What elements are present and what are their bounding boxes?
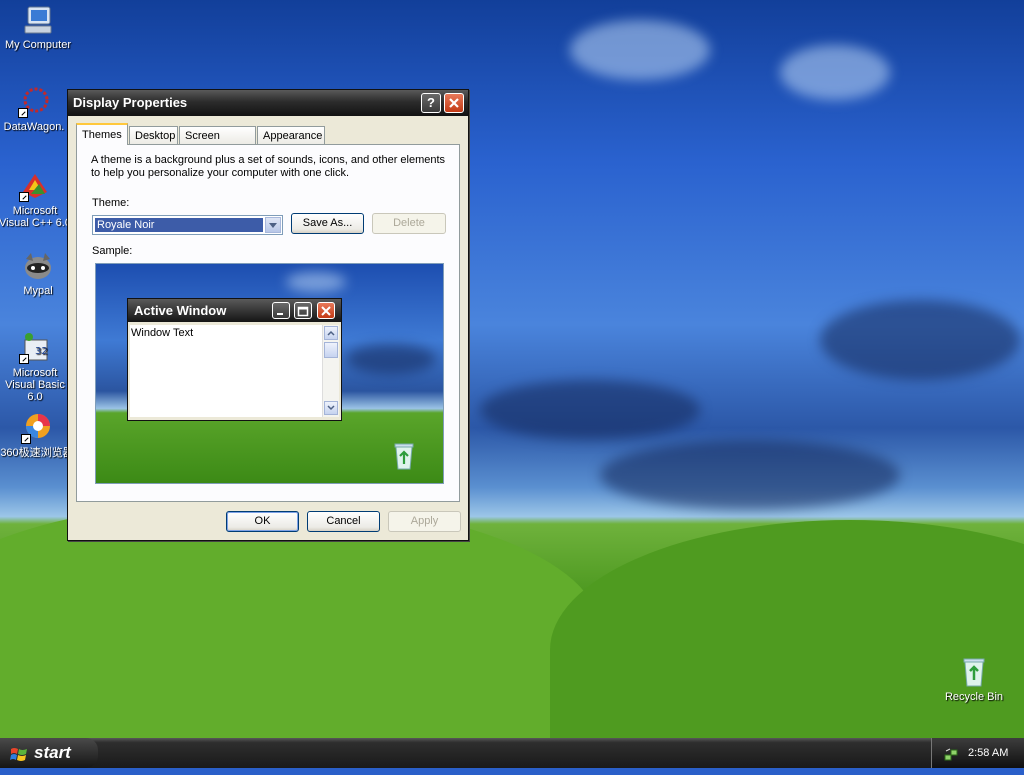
delete-button[interactable]: Delete: [372, 213, 446, 234]
computer-icon: [22, 4, 54, 36]
network-icon[interactable]: [943, 745, 959, 761]
visual-cpp-icon: [19, 170, 51, 202]
desktop-icon-360-browser[interactable]: 360极速浏览器: [0, 412, 75, 459]
visual-basic-icon: 32: [19, 332, 51, 364]
cancel-button[interactable]: Cancel: [307, 511, 380, 532]
cloud: [570, 20, 710, 80]
datawagon-icon: [18, 86, 50, 118]
desktop-icon-my-computer[interactable]: My Computer: [0, 4, 76, 51]
desktop-icon-label: My Computer: [4, 39, 72, 51]
themes-tab-panel: A theme is a background plus a set of so…: [76, 144, 460, 502]
desktop-icon-mypal[interactable]: Mypal: [0, 250, 76, 297]
desktop-icon-label: Microsoft Visual C++ 6.0: [0, 205, 71, 229]
theme-select-value: Royale Noir: [95, 218, 263, 232]
shortcut-arrow-icon: [21, 434, 31, 444]
shortcut-arrow-icon: [19, 192, 29, 202]
chevron-down-icon[interactable]: [265, 217, 281, 233]
desktop-icon-label: 360极速浏览器: [0, 447, 74, 459]
sample-scrollbar: [322, 325, 339, 417]
sample-window-text: Window Text: [130, 325, 322, 417]
cloud: [346, 344, 436, 374]
recycle-bin-icon: [958, 656, 990, 688]
start-label: start: [34, 743, 71, 762]
close-button[interactable]: [444, 93, 464, 113]
svg-text:32: 32: [35, 346, 48, 357]
desktop-icon-visual-cpp[interactable]: Microsoft Visual C++ 6.0: [0, 170, 73, 229]
desktop-icon-label: Microsoft Visual Basic 6.0: [5, 367, 65, 403]
raccoon-icon: [22, 250, 54, 282]
desktop-icon-datawagon[interactable]: DataWagon.: [0, 86, 72, 133]
sample-label: Sample:: [92, 245, 133, 257]
recycle-bin-icon: [392, 442, 416, 470]
taskbar: start 2:58 AM: [0, 738, 1024, 768]
cloud: [286, 272, 346, 292]
clock[interactable]: 2:58 AM: [968, 738, 1008, 768]
desktop-icon-label: Mypal: [23, 285, 53, 297]
windows-logo-icon: [10, 744, 28, 762]
tab-screen-saver[interactable]: Screen Saver: [179, 126, 256, 160]
cloud: [820, 300, 1020, 380]
theme-description: A theme is a background plus a set of so…: [91, 154, 446, 179]
desktop-icon-label: Recycle Bin: [944, 691, 1004, 703]
chevron-up-icon: [324, 326, 338, 340]
tab-themes[interactable]: Themes: [76, 123, 128, 145]
browser-icon: [21, 412, 53, 444]
save-as-button[interactable]: Save As...: [291, 213, 364, 234]
theme-label: Theme:: [92, 197, 130, 209]
sample-window-title: Active Window: [134, 303, 227, 318]
system-tray: 2:58 AM: [931, 738, 1024, 768]
help-button[interactable]: ?: [421, 93, 441, 113]
chevron-down-icon: [324, 401, 338, 415]
cloud: [780, 45, 890, 100]
scroll-thumb: [324, 342, 338, 358]
maximize-icon: [294, 302, 312, 319]
hill: [550, 520, 1024, 738]
theme-sample-preview: Active Window Window Text: [95, 263, 444, 484]
desktop-icon-recycle-bin[interactable]: Recycle Bin: [936, 656, 1012, 703]
cloud: [480, 380, 700, 440]
tab-desktop[interactable]: Desktop: [129, 126, 178, 144]
desktop-icon-label: DataWagon.: [3, 121, 65, 133]
theme-select[interactable]: Royale Noir: [92, 215, 283, 235]
sample-window-title-bar: Active Window: [128, 299, 341, 322]
display-properties-dialog: Display Properties ? Themes Desktop Scre…: [67, 89, 469, 541]
minimize-icon: [272, 302, 290, 319]
sample-active-window: Active Window Window Text: [127, 298, 342, 421]
desktop-icon-visual-basic[interactable]: 32 Microsoft Visual Basic 6.0: [0, 332, 73, 403]
dialog-title-bar[interactable]: Display Properties ?: [68, 90, 468, 116]
cloud: [600, 440, 900, 510]
apply-button[interactable]: Apply: [388, 511, 461, 532]
close-icon: [317, 302, 335, 319]
ok-button[interactable]: OK: [226, 511, 299, 532]
start-button[interactable]: start: [0, 738, 98, 768]
tab-appearance[interactable]: Appearance: [257, 126, 325, 144]
shortcut-arrow-icon: [19, 354, 29, 364]
shortcut-arrow-icon: [18, 108, 28, 118]
close-icon: [449, 98, 459, 108]
dialog-title: Display Properties: [73, 95, 188, 110]
